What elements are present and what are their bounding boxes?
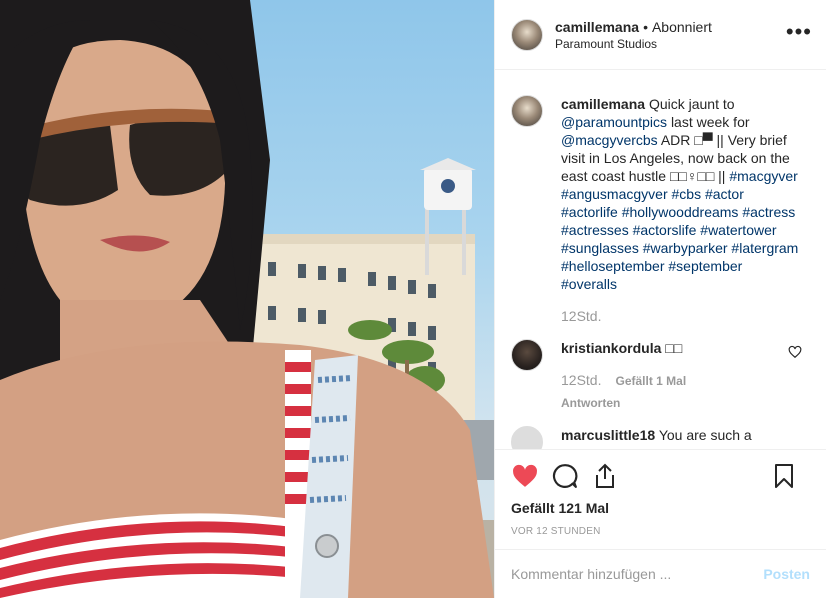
caption-text-1: Quick jaunt to — [648, 96, 735, 112]
post-location[interactable]: Paramount Studios — [555, 36, 712, 52]
post-button[interactable]: Posten — [763, 566, 810, 582]
commenter-avatar[interactable] — [511, 426, 543, 449]
caption-username[interactable]: camillemana — [561, 96, 645, 112]
comment-bubble-icon[interactable] — [551, 462, 579, 490]
share-icon[interactable] — [591, 462, 619, 490]
posted-time[interactable]: VOR 12 STUNDEN — [511, 526, 810, 537]
comment-text: You are such a — [658, 427, 752, 443]
comment-username[interactable]: marcuslittle18 — [561, 427, 655, 443]
comment-heart-icon[interactable] — [788, 345, 802, 359]
comment-text: □□ — [665, 340, 683, 356]
separator-dot: • — [643, 18, 648, 35]
post-photo[interactable] — [0, 0, 494, 598]
post-actions: Gefällt 121 Mal VOR 12 STUNDEN — [495, 449, 826, 549]
comment-input[interactable] — [511, 566, 764, 582]
caption-avatar[interactable] — [511, 95, 543, 127]
likes-count[interactable]: Gefällt 121 Mal — [511, 500, 810, 516]
follow-status[interactable]: Abonniert — [652, 19, 712, 35]
comment-item: kristiankordula □□ 12Std. Gefällt 1 Mal … — [511, 339, 810, 412]
post-panel: camillemana • Abonniert Paramount Studios … — [494, 0, 826, 598]
selfie-image — [0, 0, 494, 598]
author-avatar[interactable] — [511, 18, 543, 51]
bookmark-icon[interactable] — [770, 462, 798, 490]
reply-button[interactable]: Antworten — [561, 394, 686, 412]
comment-item: marcuslittle18 You are such a — [511, 426, 810, 449]
comment-likes[interactable]: Gefällt 1 Mal — [615, 372, 686, 390]
more-options-icon[interactable]: ••• — [786, 21, 812, 43]
post-header: camillemana • Abonniert Paramount Studios … — [495, 0, 826, 70]
comments-list[interactable]: camillemana Quick jaunt to @paramountpic… — [495, 71, 826, 449]
caption: camillemana Quick jaunt to @paramountpic… — [511, 95, 810, 325]
like-heart-icon[interactable] — [511, 462, 539, 490]
comment-time[interactable]: 12Std. — [561, 371, 601, 389]
caption-text-2: last week for — [670, 114, 750, 130]
mention-macgyvercbs[interactable]: @macgyvercbs — [561, 132, 658, 148]
author-username[interactable]: camillemana — [555, 19, 639, 35]
commenter-avatar[interactable] — [511, 339, 543, 371]
add-comment-bar: Posten — [495, 549, 826, 598]
caption-hashtags[interactable]: #macgyver #angusmacgyver #cbs #actor #ac… — [561, 168, 798, 292]
comment-username[interactable]: kristiankordula — [561, 340, 661, 356]
mention-paramountpics[interactable]: @paramountpics — [561, 114, 667, 130]
caption-time[interactable]: 12Std. — [561, 307, 801, 325]
